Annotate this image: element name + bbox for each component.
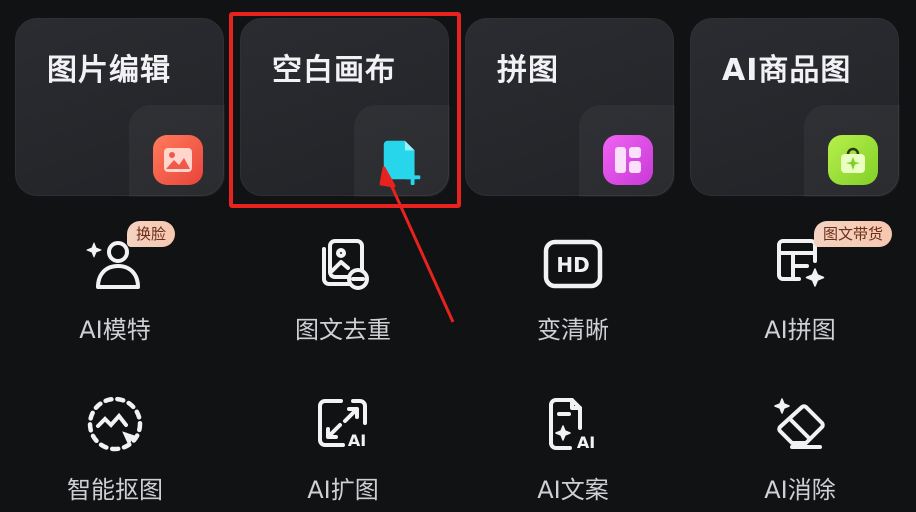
card-title: 空白画布 xyxy=(272,53,396,88)
tool-ai-collage[interactable]: AI拼图 xyxy=(715,232,885,352)
card-icon-area xyxy=(129,105,225,197)
svg-text:AI: AI xyxy=(577,433,595,452)
card-collage[interactable]: 拼图 xyxy=(465,18,675,197)
card-ai-product[interactable]: AI商品图 xyxy=(690,18,900,197)
smart-cutout-icon xyxy=(83,392,147,456)
hd-icon: HD xyxy=(541,232,605,296)
tool-label: 智能抠图 xyxy=(67,476,163,504)
shopping-bag-icon xyxy=(828,135,878,185)
ai-expand-icon: AI xyxy=(311,392,375,456)
dedupe-icon xyxy=(311,232,375,296)
tool-smart-cutout[interactable]: 智能抠图 xyxy=(30,392,200,512)
tool-label: AI扩图 xyxy=(307,476,379,504)
tool-ai-expand[interactable]: AI AI扩图 xyxy=(258,392,428,512)
svg-text:AI: AI xyxy=(348,431,366,450)
tool-label: 图文去重 xyxy=(295,316,391,344)
tool-label: 变清晰 xyxy=(537,316,609,344)
card-title: 图片编辑 xyxy=(47,53,171,88)
badge-product-promo: 图文带货 xyxy=(814,221,893,247)
badge-face-swap: 换脸 xyxy=(127,221,176,247)
tool-label: AI文案 xyxy=(537,476,609,504)
card-icon-area xyxy=(804,105,900,197)
card-title: 拼图 xyxy=(497,53,559,88)
new-file-icon xyxy=(378,135,428,185)
card-icon-area xyxy=(354,105,450,197)
image-icon xyxy=(153,135,203,185)
collage-icon xyxy=(603,135,653,185)
svg-text:HD: HD xyxy=(556,253,589,277)
card-blank-canvas[interactable]: 空白画布 xyxy=(240,18,450,197)
tool-ai-model[interactable]: AI模特 xyxy=(30,232,200,352)
tool-label: AI模特 xyxy=(79,316,151,344)
tool-label: AI拼图 xyxy=(764,316,836,344)
card-icon-area xyxy=(579,105,675,197)
ai-copywriting-icon: AI xyxy=(541,392,605,456)
ai-eraser-icon xyxy=(768,392,832,456)
card-image-edit[interactable]: 图片编辑 xyxy=(15,18,225,197)
tool-ai-eraser[interactable]: AI消除 xyxy=(715,392,885,512)
card-title: AI商品图 xyxy=(722,53,852,88)
tool-enhance[interactable]: HD 变清晰 xyxy=(488,232,658,352)
tool-dedupe[interactable]: 图文去重 xyxy=(258,232,428,352)
tool-ai-copywriting[interactable]: AI AI文案 xyxy=(488,392,658,512)
tool-label: AI消除 xyxy=(764,476,836,504)
